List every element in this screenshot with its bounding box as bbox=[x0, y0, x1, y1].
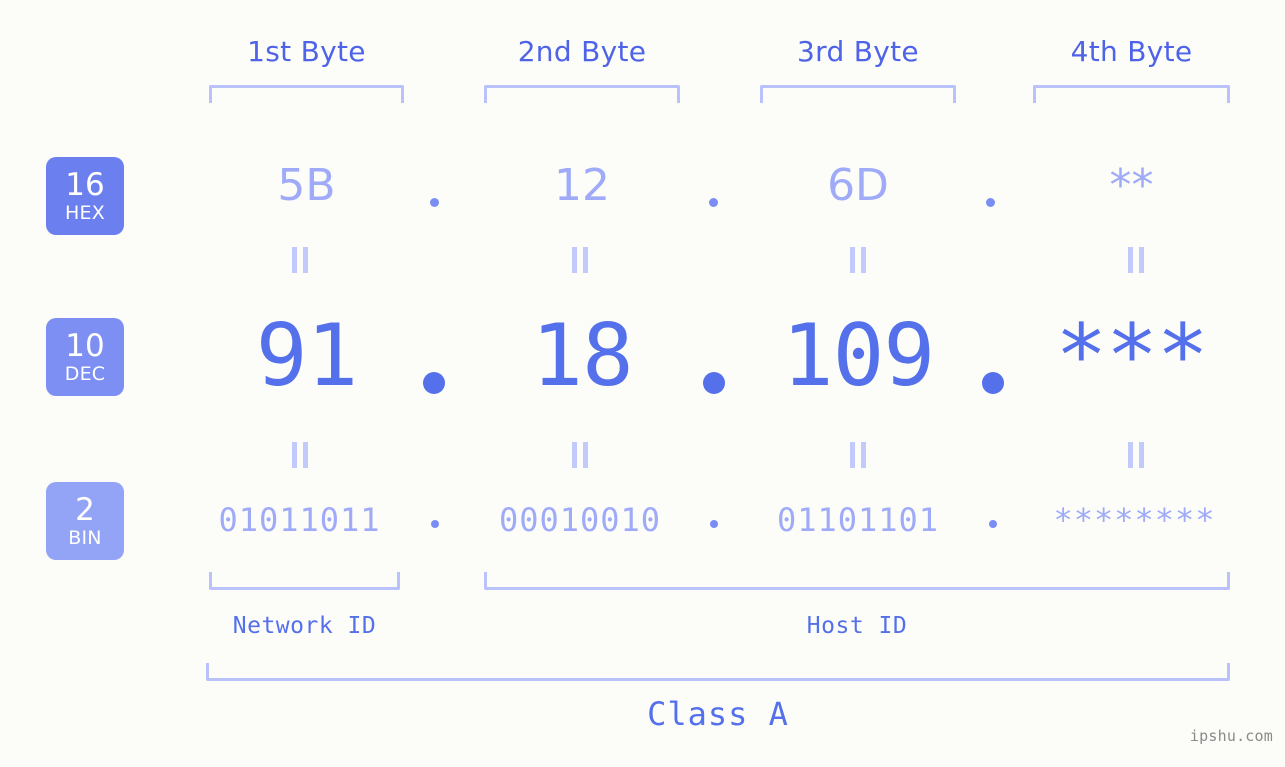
byte-header-label: 3rd Byte bbox=[797, 35, 919, 68]
equals-icon-dec-bin-1 bbox=[292, 442, 310, 468]
host-id-label: Host ID bbox=[806, 613, 908, 639]
base-badge-label: DEC bbox=[64, 362, 106, 385]
dec-byte-4: *** bbox=[1055, 306, 1208, 406]
hex-separator-2 bbox=[709, 198, 718, 207]
base-badge-label: HEX bbox=[65, 201, 105, 224]
equals-icon-hex-dec-3 bbox=[850, 247, 868, 273]
ip-address-breakdown-diagram: 1st Byte 2nd Byte 3rd Byte 4th Byte 16 H… bbox=[0, 0, 1285, 767]
host-id-bracket bbox=[484, 572, 1230, 590]
byte-bracket-4 bbox=[1033, 85, 1230, 103]
byte-header-2: 2nd Byte bbox=[484, 30, 680, 74]
bin-byte-1: 01011011 bbox=[218, 501, 381, 539]
hex-byte-3: 6D bbox=[827, 160, 889, 211]
base-badge-label: BIN bbox=[68, 526, 102, 549]
base-badge-number: 10 bbox=[65, 327, 105, 364]
equals-icon-hex-dec-4 bbox=[1128, 247, 1146, 273]
byte-header-label: 1st Byte bbox=[247, 35, 366, 68]
byte-header-4: 4th Byte bbox=[1033, 30, 1230, 74]
byte-header-label: 4th Byte bbox=[1070, 35, 1193, 68]
byte-bracket-2 bbox=[484, 85, 680, 103]
hex-byte-4: ** bbox=[1109, 160, 1154, 211]
bin-separator-3 bbox=[989, 520, 997, 528]
equals-icon-dec-bin-4 bbox=[1128, 442, 1146, 468]
dec-separator-1 bbox=[423, 372, 445, 394]
byte-header-3: 3rd Byte bbox=[760, 30, 956, 74]
hex-separator-3 bbox=[986, 198, 995, 207]
equals-icon-dec-bin-3 bbox=[850, 442, 868, 468]
base-badge-number: 16 bbox=[65, 166, 105, 203]
bin-separator-1 bbox=[431, 520, 439, 528]
bin-byte-2: 00010010 bbox=[498, 501, 662, 539]
network-id-bracket bbox=[209, 572, 400, 590]
base-badge-number: 2 bbox=[75, 491, 95, 528]
dec-byte-1: 91 bbox=[255, 306, 359, 406]
base-badge-bin: 2 BIN bbox=[46, 482, 124, 560]
base-badge-hex: 16 HEX bbox=[46, 157, 124, 235]
class-bracket bbox=[206, 663, 1230, 681]
dec-byte-3: 109 bbox=[781, 306, 935, 406]
equals-icon-dec-bin-2 bbox=[572, 442, 590, 468]
byte-bracket-1 bbox=[209, 85, 404, 103]
hex-byte-1: 5B bbox=[277, 160, 336, 211]
byte-bracket-3 bbox=[760, 85, 956, 103]
hex-byte-2: 12 bbox=[554, 160, 610, 211]
byte-header-label: 2nd Byte bbox=[517, 35, 647, 68]
site-watermark: ipshu.com bbox=[1189, 727, 1273, 745]
bin-byte-3: 01101101 bbox=[776, 501, 940, 539]
base-badge-dec: 10 DEC bbox=[46, 318, 124, 396]
dec-separator-3 bbox=[982, 372, 1004, 394]
bin-separator-2 bbox=[710, 520, 718, 528]
class-label: Class A bbox=[647, 695, 789, 733]
equals-icon-hex-dec-1 bbox=[292, 247, 310, 273]
hex-separator-1 bbox=[430, 198, 439, 207]
byte-header-1: 1st Byte bbox=[209, 30, 404, 74]
network-id-label: Network ID bbox=[232, 613, 377, 639]
dec-separator-2 bbox=[703, 372, 725, 394]
bin-byte-4: ******** bbox=[1053, 501, 1216, 539]
equals-icon-hex-dec-2 bbox=[572, 247, 590, 273]
dec-byte-2: 18 bbox=[531, 306, 634, 406]
